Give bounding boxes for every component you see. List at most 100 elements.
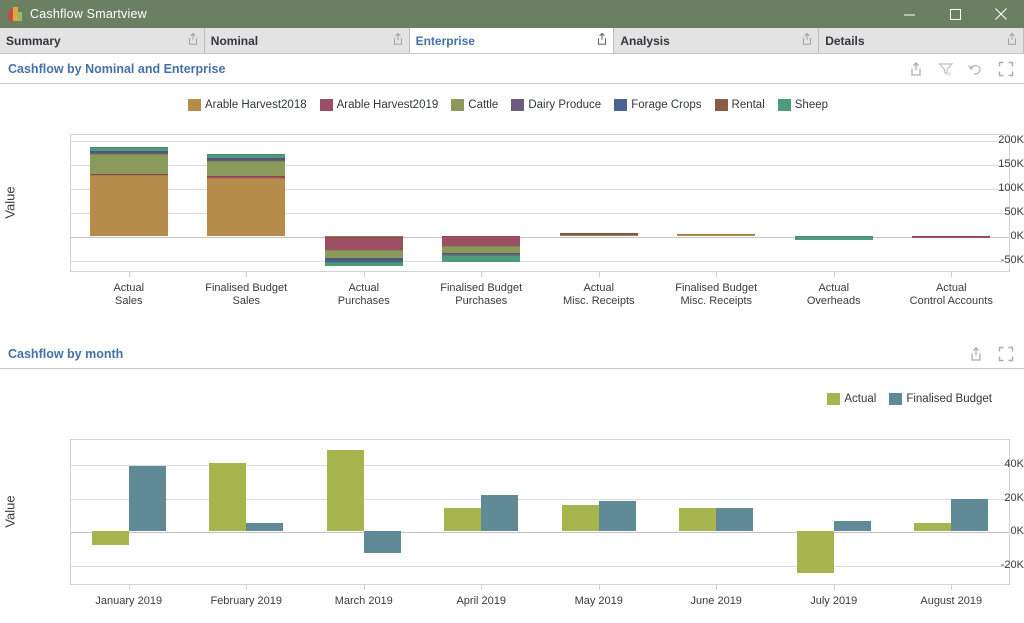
chart2-bar[interactable] (246, 523, 284, 532)
panel-header-by-month: Cashflow by month (0, 339, 1024, 369)
chart2-bar[interactable] (91, 531, 129, 545)
chart2-bar[interactable] (444, 508, 482, 532)
chart1-bar-segment[interactable] (89, 173, 168, 175)
chart1-bar-segment[interactable] (442, 246, 521, 254)
chart1-bar-segment[interactable] (559, 235, 638, 237)
minimize-button[interactable] (886, 0, 932, 28)
chart1-bar-segment[interactable] (559, 233, 638, 236)
chart1-legend: Arable Harvest2018 Arable Harvest2019 Catt… (0, 92, 1024, 118)
chart1-bar-segment[interactable] (89, 146, 168, 152)
legend-swatch (187, 99, 201, 111)
chart2-y-axis-label: Value (2, 495, 18, 528)
chart1-bar-segment[interactable] (207, 158, 286, 162)
legend-label: Actual (844, 393, 877, 405)
window-titlebar: Cashflow Smartview (0, 0, 1024, 28)
chart1-bar[interactable] (912, 134, 991, 272)
chart1-bar-segment[interactable] (89, 174, 168, 236)
chart1-bar-segment[interactable] (794, 235, 873, 241)
legend-item: Sheep (777, 99, 828, 111)
chart2-bar[interactable] (833, 520, 871, 532)
chart2-bar[interactable] (598, 501, 636, 532)
chart1-bar[interactable] (207, 134, 286, 272)
chart2-x-tick (716, 585, 718, 590)
chart2-x-tick-label: April 2019 (456, 595, 507, 607)
chart1-x-tick-label: Actual Sales (113, 282, 145, 307)
tab-analysis[interactable]: Analysis (614, 28, 820, 53)
chart1-bar-segment[interactable] (207, 176, 286, 178)
chart1-bar-segment[interactable] (324, 249, 403, 259)
chart2-bar[interactable] (209, 462, 247, 532)
chart2-bar[interactable] (716, 508, 754, 532)
chart2-bar[interactable] (796, 531, 834, 574)
chart1-bar[interactable] (677, 134, 756, 272)
tab-nominal[interactable]: Nominal (204, 28, 410, 53)
chart1-bar-segment[interactable] (677, 234, 756, 236)
chart1-bar-segment[interactable] (89, 151, 168, 153)
chart1-bar[interactable] (89, 134, 168, 272)
legend-item: Dairy Produce (511, 99, 601, 111)
chart2-x-tick (128, 585, 130, 590)
chart2-x-tick (363, 585, 365, 590)
tab-details[interactable]: Details (819, 28, 1024, 53)
export-icon[interactable] (186, 32, 200, 49)
legend-label: Arable Harvest2019 (336, 99, 439, 111)
chart2-bar[interactable] (326, 450, 364, 532)
clear-filter-icon[interactable]: x (938, 61, 954, 77)
chart2-bar[interactable] (363, 531, 401, 554)
chart1-bar[interactable] (442, 134, 521, 272)
chart1-bar-segment[interactable] (89, 151, 168, 155)
chart1-x-tick-label: Finalised Budget Misc. Receipts (675, 282, 758, 307)
legend-swatch (714, 99, 728, 111)
tab-summary[interactable]: Summary (0, 28, 205, 53)
chart-cashflow-by-month: Actual Finalised Budget Value 40K 20K 0K -20K… (0, 387, 1024, 623)
chart1-bar-segment[interactable] (324, 261, 403, 266)
chart1-bar-segment[interactable] (207, 157, 286, 159)
legend-swatch (777, 99, 791, 111)
chart2-bar[interactable] (679, 508, 717, 532)
export-icon[interactable] (1005, 32, 1019, 49)
maximize-button[interactable] (932, 0, 978, 28)
chart2-bar[interactable] (914, 522, 952, 532)
legend-item: Arable Harvest2018 (187, 99, 307, 111)
chart2-bar[interactable] (128, 465, 166, 532)
chart1-bar-segment[interactable] (912, 235, 991, 238)
chart1-bar-segment[interactable] (89, 154, 168, 174)
expand-icon[interactable] (998, 61, 1014, 77)
chart2-legend: Actual Finalised Budget (0, 387, 1024, 411)
chart1-bar[interactable] (794, 134, 873, 272)
export-icon[interactable] (800, 32, 814, 49)
export-icon[interactable] (908, 61, 924, 77)
chart1-bar-segment[interactable] (324, 237, 403, 250)
close-button[interactable] (978, 0, 1024, 28)
chart1-bar[interactable] (559, 134, 638, 272)
panel-toolbar: x (908, 61, 1014, 77)
chart1-bar-segment[interactable] (207, 177, 286, 236)
svg-text:x: x (948, 71, 951, 76)
legend-label: Dairy Produce (528, 99, 602, 111)
panel-title: Cashflow by month (8, 346, 124, 361)
tab-nominal-label: Nominal (210, 33, 259, 48)
legend-item: Finalised Budget (889, 393, 992, 405)
chart1-x-tick (481, 272, 483, 277)
undo-icon[interactable] (968, 61, 984, 77)
export-icon[interactable] (595, 32, 609, 49)
chart2-bar[interactable] (951, 499, 989, 532)
expand-icon[interactable] (998, 346, 1014, 362)
export-icon[interactable] (968, 346, 984, 362)
chart1-bar-segment[interactable] (442, 235, 521, 247)
chart1-bar-segment[interactable] (207, 161, 286, 177)
export-icon[interactable] (391, 32, 405, 49)
legend-swatch (889, 393, 903, 405)
tab-enterprise-label: Enterprise (415, 33, 475, 48)
tab-enterprise[interactable]: Enterprise (409, 28, 615, 53)
chart1-x-tick (716, 272, 718, 277)
chart1-bar-segment[interactable] (207, 153, 286, 158)
chart2-bar[interactable] (481, 494, 519, 532)
gridline (71, 532, 1009, 534)
chart2-y-tick-label: 40K (1004, 458, 1024, 471)
chart2-x-tick-label: February 2019 (210, 595, 283, 607)
chart1-bar[interactable] (324, 134, 403, 272)
chart1-x-tick-label: Finalised Budget Purchases (440, 282, 523, 307)
chart1-bar-segment[interactable] (442, 255, 521, 263)
chart2-bar[interactable] (561, 505, 599, 532)
